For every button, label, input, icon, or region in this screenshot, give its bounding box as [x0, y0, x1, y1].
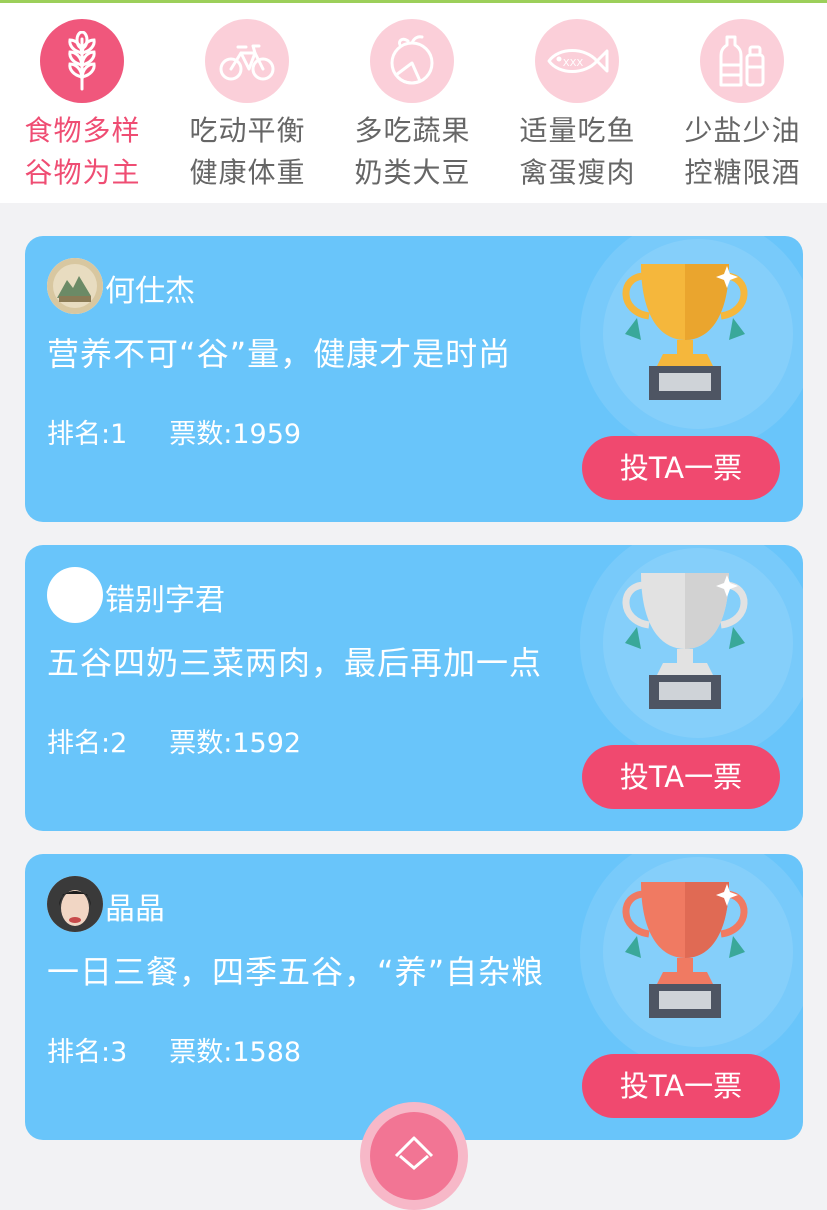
rank-label: 排名:3: [47, 1037, 128, 1068]
fish-label: XXX: [563, 58, 584, 69]
entry-slogan: 一日三餐，四季五谷，“养”自杂粮: [47, 953, 545, 991]
entry-stats: 排名:3 票数:1588: [47, 1030, 301, 1069]
nav-label-line2: 健康体重: [189, 156, 306, 189]
nav-label-line1: 适量吃鱼: [519, 114, 636, 147]
nav-item-salt-oil[interactable]: 少盐少油 控糖限酒: [660, 19, 825, 199]
entry-author: 何仕杰: [105, 274, 195, 309]
nav-label-line1: 少盐少油: [684, 114, 801, 147]
envelope-icon: [370, 1112, 458, 1200]
entry-card: 晶晶 一日三餐，四季五谷，“养”自杂粮 排名:3 票数:1588 投TA一票: [25, 854, 803, 1140]
avatar[interactable]: [47, 258, 103, 314]
nav-item-exercise-balance[interactable]: 吃动平衡 健康体重: [165, 19, 330, 199]
vote-button[interactable]: 投TA一票: [582, 436, 780, 500]
entry-stats: 排名:1 票数:1959: [47, 412, 301, 451]
entry-stats: 排名:2 票数:1592: [47, 721, 301, 760]
bronze-trophy-icon: [622, 882, 748, 1018]
votes-label: 票数:1588: [169, 1037, 302, 1068]
gold-trophy-icon: [622, 264, 748, 400]
nav-label-line1: 食物多样: [24, 114, 141, 147]
fish-icon: XXX: [535, 19, 619, 103]
vote-button[interactable]: 投TA一票: [582, 745, 780, 809]
vote-button[interactable]: 投TA一票: [582, 1054, 780, 1118]
nav-label-line2: 控糖限酒: [684, 156, 801, 189]
nav-label-line2: 奶类大豆: [354, 156, 471, 189]
entry-card: 何仕杰 营养不可“谷”量，健康才是时尚 排名:1 票数:1959 投TA一票: [25, 236, 803, 522]
entry-author: 错别字君: [105, 583, 225, 618]
nav-item-fish-meat[interactable]: XXX 适量吃鱼 禽蛋瘦肉: [495, 19, 660, 199]
votes-label: 票数:1592: [169, 728, 302, 759]
rank-label: 排名:1: [47, 419, 128, 450]
entry-slogan: 五谷四奶三菜两肉，最后再加一点: [47, 644, 543, 682]
floating-action-button[interactable]: [360, 1102, 468, 1210]
nav-item-food-variety[interactable]: 食物多样 谷物为主: [0, 19, 165, 199]
votes-label: 票数:1959: [169, 419, 302, 450]
silver-trophy-icon: [622, 573, 748, 709]
nav-label-line1: 吃动平衡: [189, 114, 306, 147]
rank-label: 排名:2: [47, 728, 128, 759]
wheat-icon: [40, 19, 124, 103]
bottles-icon: [700, 19, 784, 103]
nav-label-line2: 谷物为主: [24, 156, 141, 189]
avatar[interactable]: [47, 567, 103, 623]
fruit-icon: [370, 19, 454, 103]
bicycle-icon: [205, 19, 289, 103]
entry-author: 晶晶: [105, 892, 165, 927]
avatar[interactable]: [47, 876, 103, 932]
category-nav: 食物多样 谷物为主 吃动平衡 健康体重 多吃蔬果 奶类大豆 XXX 适量吃鱼 禽…: [0, 3, 827, 203]
nav-item-vegetables-fruit[interactable]: 多吃蔬果 奶类大豆: [330, 19, 495, 199]
entry-slogan: 营养不可“谷”量，健康才是时尚: [47, 335, 512, 373]
nav-label-line2: 禽蛋瘦肉: [519, 156, 636, 189]
nav-label-line1: 多吃蔬果: [354, 114, 471, 147]
entry-card: 错别字君 五谷四奶三菜两肉，最后再加一点 排名:2 票数:1592 投TA一票: [25, 545, 803, 831]
